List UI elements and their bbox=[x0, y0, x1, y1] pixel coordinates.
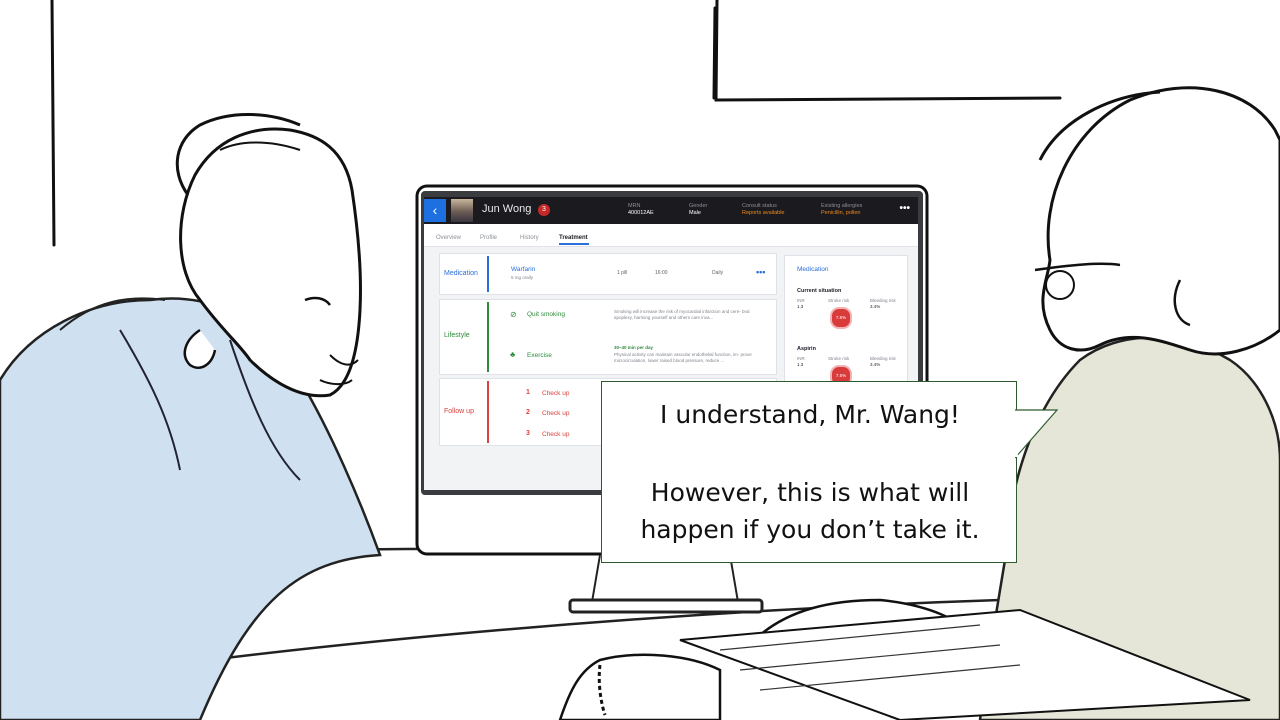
exercise-text: Physical activity can maintain vascular … bbox=[614, 352, 752, 363]
tab-history[interactable]: History bbox=[520, 235, 539, 241]
gender-value: Male bbox=[689, 210, 701, 216]
tab-overview[interactable]: Overview bbox=[436, 235, 461, 241]
aspirin-title: Aspirin bbox=[797, 346, 816, 352]
no-smoking-icon: ⊘ bbox=[510, 310, 517, 319]
exercise-target: 30–40 min per day bbox=[614, 345, 654, 350]
speech-line-1: I understand, Mr. Wang! bbox=[660, 400, 960, 429]
drug-frequency: Daily bbox=[712, 270, 724, 276]
lifestyle-card: Lifestyle ⊘ Quit smoking Smoking will in… bbox=[439, 299, 777, 375]
follow-up-section-label: Follow up bbox=[444, 408, 474, 415]
speech-bubble-tail bbox=[1015, 409, 1059, 459]
aspirin-bleeding-risk-value: 3.4% bbox=[870, 362, 881, 367]
aspirin-inr-value: 1.3 bbox=[797, 362, 804, 367]
allergies-label: Existing allergies bbox=[821, 203, 863, 209]
drug-name[interactable]: Warfarin bbox=[511, 266, 535, 273]
gender-label: Gender bbox=[689, 203, 708, 209]
allergies-value: Penicillin, pollen bbox=[821, 210, 861, 216]
patient-avatar bbox=[451, 199, 473, 222]
back-button[interactable]: ‹ bbox=[424, 199, 446, 222]
follow-up-number: 3 bbox=[526, 430, 530, 437]
aspirin-stroke-risk-label: Stroke risk bbox=[828, 356, 850, 361]
mrn-field: MRN 400012AE bbox=[628, 203, 654, 217]
tab-bar: Overview Profile History Treatment bbox=[424, 224, 918, 247]
consult-status-label: Consult status bbox=[742, 203, 777, 209]
consult-status-field: Consult status Reports available bbox=[742, 203, 785, 217]
speech-bubble: I understand, Mr. Wang! However, this is… bbox=[601, 381, 1017, 563]
lifestyle-divider bbox=[487, 302, 489, 372]
mrn-value: 400012AE bbox=[628, 210, 654, 216]
follow-up-item[interactable]: Check up bbox=[542, 431, 569, 438]
bleeding-risk-value: 3.4% bbox=[870, 304, 881, 309]
alert-badge[interactable]: 3 bbox=[538, 204, 550, 216]
medication-section-label: Medication bbox=[444, 270, 478, 277]
medication-more-icon[interactable]: ••• bbox=[756, 267, 765, 277]
chevron-left-icon: ‹ bbox=[432, 202, 438, 218]
drug-time: 16:00 bbox=[655, 270, 668, 276]
inr-value: 1.3 bbox=[797, 304, 804, 309]
follow-up-item[interactable]: Check up bbox=[542, 410, 569, 417]
follow-up-number: 1 bbox=[526, 389, 530, 396]
active-tab-indicator bbox=[559, 243, 589, 245]
patient-name: Jun Wong bbox=[482, 203, 532, 215]
medication-divider bbox=[487, 256, 489, 292]
exercise-label[interactable]: Exercise bbox=[527, 352, 552, 359]
quit-smoking-text: Smoking will increase the risk of myocar… bbox=[614, 309, 750, 320]
mrn-label: MRN bbox=[628, 203, 641, 209]
patient-header: ‹ Jun Wong 3 MRN 400012AE Gender Male Co… bbox=[424, 197, 918, 224]
lifestyle-section-label: Lifestyle bbox=[444, 332, 470, 339]
quit-smoking-label[interactable]: Quit smoking bbox=[527, 311, 565, 318]
consult-status-value: Reports available bbox=[742, 210, 785, 216]
exercise-icon: ♣ bbox=[510, 350, 516, 359]
follow-up-number: 2 bbox=[526, 409, 530, 416]
tab-treatment[interactable]: Treatment bbox=[559, 235, 588, 241]
more-options-icon[interactable]: ••• bbox=[899, 203, 910, 214]
tab-profile[interactable]: Profile bbox=[480, 235, 497, 241]
current-situation-title: Current situation bbox=[797, 288, 842, 294]
medication-card: Medication Warfarin 5 mg orally 1 pill 1… bbox=[439, 253, 777, 295]
follow-up-divider bbox=[487, 381, 489, 443]
speech-line-3: happen if you don’t take it. bbox=[640, 515, 980, 544]
speech-line-2: However, this is what will bbox=[650, 478, 970, 507]
risk-panel-title: Medication bbox=[797, 266, 829, 273]
allergies-field: Existing allergies Penicillin, pollen bbox=[821, 203, 862, 217]
gender-field: Gender Male bbox=[689, 203, 707, 217]
follow-up-item[interactable]: Check up bbox=[542, 390, 569, 397]
stroke-risk-label: Stroke risk bbox=[828, 298, 850, 303]
drug-dose: 5 mg orally bbox=[511, 275, 534, 280]
stroke-risk-indicator: 7.5% bbox=[830, 307, 852, 329]
drug-quantity: 1 pill bbox=[617, 270, 628, 276]
